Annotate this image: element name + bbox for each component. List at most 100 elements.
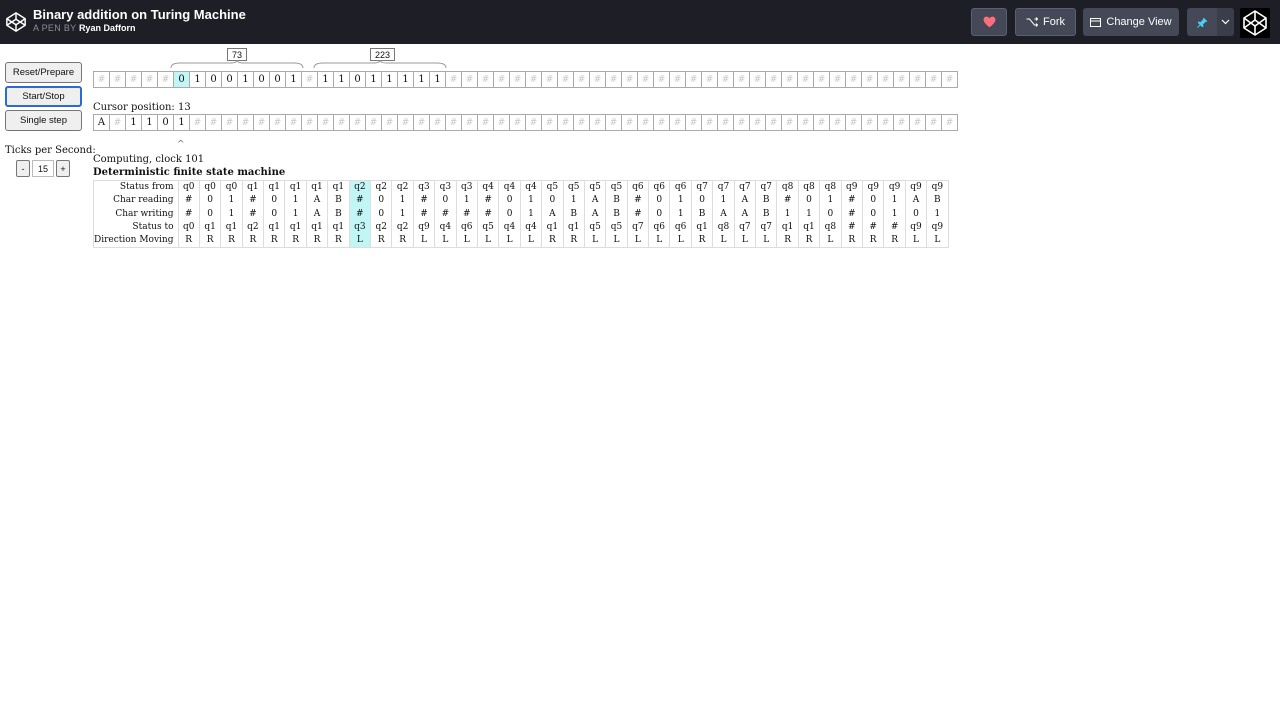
tape-cell: 1: [318, 71, 334, 88]
user-avatar[interactable]: [1240, 8, 1270, 38]
fsm-cell: 1: [797, 207, 820, 221]
fsm-cell: L: [648, 234, 670, 248]
start-stop-button[interactable]: Start/Stop: [5, 86, 82, 107]
fsm-cell: q6: [648, 220, 670, 235]
tape-cell: 1: [366, 71, 382, 88]
codepen-logo-icon[interactable]: [5, 11, 27, 33]
tape-cell: #: [462, 71, 478, 88]
fsm-cell: #: [177, 207, 200, 221]
fsm-cell: B: [926, 194, 949, 208]
fsm-cell: q5: [583, 220, 606, 235]
pin-menu-button[interactable]: [1217, 8, 1234, 36]
fsm-cell: q7: [733, 220, 756, 235]
fsm-cell: B: [605, 194, 628, 208]
fsm-cell: q1: [284, 180, 307, 194]
fsm-cell: R: [177, 234, 200, 248]
pin-button[interactable]: [1187, 8, 1217, 36]
fsm-cell: q7: [712, 180, 735, 194]
fsm-cell: q6: [455, 220, 478, 235]
tape-cell: #: [254, 114, 270, 131]
fsm-cell: 1: [669, 194, 692, 208]
fsm-cell: R: [541, 234, 564, 248]
fsm-cell: #: [776, 194, 799, 208]
fsm-cell: 1: [519, 207, 542, 221]
fsm-cell: q7: [755, 180, 777, 194]
fsm-cell: q9: [926, 220, 949, 235]
fsm-cell: q3: [412, 180, 435, 194]
fsm-cell: q1: [198, 220, 221, 235]
fsm-cell: R: [562, 234, 585, 248]
ticks-stepper: - 15 +: [16, 160, 70, 177]
fsm-cell: q1: [327, 220, 350, 235]
love-button[interactable]: [971, 8, 1007, 36]
fork-icon: [1026, 17, 1038, 27]
fsm-cell: q6: [626, 180, 649, 194]
tape-cell: #: [702, 71, 718, 88]
fsm-cell: 1: [562, 194, 585, 208]
fsm-cell: 1: [455, 194, 478, 208]
fsm-cell: A: [305, 194, 328, 208]
fsm-cell: q3: [455, 180, 478, 194]
ticks-input[interactable]: 15: [32, 160, 54, 177]
tape-cell: #: [910, 71, 926, 88]
fsm-cell: 1: [776, 207, 799, 221]
tape-cell: #: [542, 71, 558, 88]
fsm-cell: 0: [797, 194, 820, 208]
fsm-cell: q0: [177, 180, 200, 194]
fsm-cell: #: [177, 194, 200, 208]
single-step-button[interactable]: Single step: [5, 110, 82, 131]
fsm-cell: 0: [198, 194, 221, 208]
fsm-cell: 0: [370, 194, 392, 208]
fsm-cell: R: [883, 234, 906, 248]
tape-cell: #: [814, 114, 830, 131]
tape-cell: #: [286, 114, 302, 131]
tape-cell: #: [462, 114, 478, 131]
codepen-header: Binary addition on Turing Machine A PEN …: [0, 0, 1280, 44]
fsm-cell: R: [776, 234, 799, 248]
tape-cell: #: [638, 114, 654, 131]
fsm-cell: q1: [562, 220, 585, 235]
tape-cell: #: [622, 114, 638, 131]
fsm-cell: R: [241, 234, 264, 248]
avatar-codepen-icon: [1240, 8, 1270, 38]
fsm-cell: 1: [284, 194, 307, 208]
fsm-cell: q1: [776, 220, 799, 235]
fsm-cell: 1: [819, 194, 842, 208]
author-link[interactable]: Ryan Dafforn: [79, 23, 136, 33]
fsm-cell: 1: [391, 207, 414, 221]
change-view-button[interactable]: Change View: [1083, 8, 1179, 36]
fsm-row: Status to q0 q1 q1 q2 q1 q1 q1 q1 q3 q2 q2 q9 q4 q6 q5 q…: [94, 220, 949, 235]
fsm-cell: A: [541, 207, 564, 221]
fsm-cell: q7: [733, 180, 756, 194]
heart-icon: [983, 16, 995, 28]
fsm-cell: q7: [755, 220, 777, 235]
tape-cell: #: [446, 71, 462, 88]
computing-status: Computing, clock 101: [93, 154, 205, 165]
tape-cell: 1: [238, 71, 254, 88]
fsm-cell: #: [840, 220, 863, 235]
fsm-row-label: Char reading: [113, 195, 174, 206]
fsm-cell: #: [412, 194, 435, 208]
fsm-cell: #: [861, 220, 884, 235]
tape-cell: #: [318, 114, 334, 131]
fsm-cell: 1: [883, 207, 906, 221]
fsm-cell: A: [733, 194, 756, 208]
tape-cell: #: [750, 71, 766, 88]
reset-prepare-button[interactable]: Reset/Prepare: [5, 62, 82, 83]
ticks-increase-button[interactable]: +: [56, 160, 70, 177]
tape-cell: #: [158, 71, 174, 88]
fsm-cell: q8: [819, 220, 842, 235]
tape-cell: #: [222, 114, 238, 131]
fsm-cell: q1: [305, 180, 328, 194]
tape-cell: #: [606, 71, 622, 88]
fsm-cell: L: [476, 234, 499, 248]
ticks-decrease-button[interactable]: -: [16, 160, 30, 177]
tape-cell: 0: [174, 71, 190, 88]
tape-cell: #: [190, 114, 206, 131]
main-tape: # # # # #0 1 0 0 1 0 0 1 #1 1 0 1 1 1 1 1 # # # # # # # # # # # # # # # # # #…: [93, 71, 958, 88]
fsm-cell: A: [583, 194, 606, 208]
fsm-cell: L: [755, 234, 777, 248]
fork-button[interactable]: Fork: [1015, 8, 1076, 36]
tape-cell: #: [734, 114, 750, 131]
fsm-cell: R: [327, 234, 350, 248]
